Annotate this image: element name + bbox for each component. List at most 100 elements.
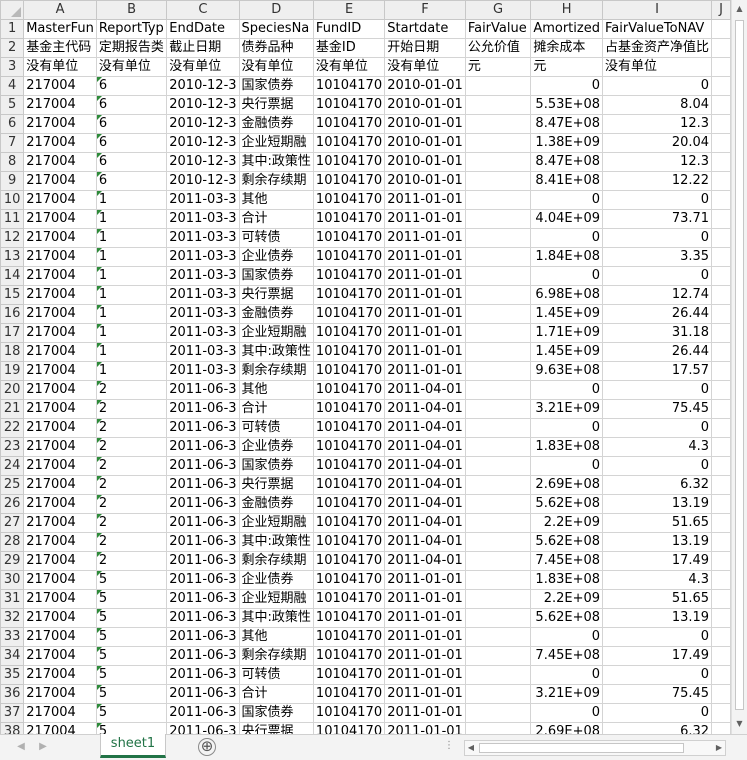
cell-h8[interactable]: 8.47E+08 bbox=[530, 152, 604, 172]
cell-f25[interactable]: 2011-04-01 bbox=[384, 475, 466, 495]
cell-b9[interactable]: 6 bbox=[95, 171, 168, 191]
cell-f13[interactable]: 2011-01-01 bbox=[384, 247, 466, 267]
cell-i7[interactable]: 20.04 bbox=[602, 133, 713, 153]
column-header-c[interactable]: C bbox=[166, 0, 240, 20]
cell-b24[interactable]: 2 bbox=[95, 456, 168, 476]
cell-h13[interactable]: 1.84E+08 bbox=[530, 247, 604, 267]
cell-c12[interactable]: 2011-03-3 bbox=[166, 228, 240, 248]
column-header-h[interactable]: H bbox=[530, 0, 604, 20]
cell-g22[interactable] bbox=[464, 418, 532, 438]
spreadsheet-grid[interactable]: ABCDEFGHIJ 1 MasterFun ReportTyp EndDate Spe… bbox=[0, 0, 731, 734]
cell-g24[interactable] bbox=[464, 456, 532, 476]
cell-h35[interactable]: 0 bbox=[530, 665, 604, 685]
cell-i4[interactable]: 0 bbox=[602, 76, 713, 96]
scroll-left-arrow-icon[interactable]: ◀ bbox=[465, 741, 477, 755]
row-header[interactable]: 11 bbox=[0, 209, 25, 229]
cell-e6[interactable]: 10104170 bbox=[312, 114, 386, 134]
cell-a5[interactable]: 217004 bbox=[23, 95, 97, 115]
cell-a6[interactable]: 217004 bbox=[23, 114, 97, 134]
cell-c36[interactable]: 2011-06-3 bbox=[166, 684, 240, 704]
row-header[interactable]: 17 bbox=[0, 323, 25, 343]
cell-f16[interactable]: 2011-01-01 bbox=[384, 304, 466, 324]
cell-b14[interactable]: 1 bbox=[95, 266, 168, 286]
cell-d10[interactable]: 其他 bbox=[238, 190, 314, 210]
cell-d29[interactable]: 剩余存续期 bbox=[238, 551, 314, 571]
cell-h11[interactable]: 4.04E+09 bbox=[530, 209, 604, 229]
cell-a4[interactable]: 217004 bbox=[23, 76, 97, 96]
column-header-i[interactable]: I bbox=[602, 0, 713, 20]
cell-j38[interactable] bbox=[711, 722, 731, 734]
cell-h23[interactable]: 1.83E+08 bbox=[530, 437, 604, 457]
cell-f38[interactable]: 2011-01-01 bbox=[384, 722, 466, 734]
cell-e12[interactable]: 10104170 bbox=[312, 228, 386, 248]
row-header[interactable]: 35 bbox=[0, 665, 25, 685]
cell-a32[interactable]: 217004 bbox=[23, 608, 97, 628]
cell-j1[interactable] bbox=[711, 19, 731, 39]
cell-b17[interactable]: 1 bbox=[95, 323, 168, 343]
cell-j28[interactable] bbox=[711, 532, 731, 552]
cell-h9[interactable]: 8.41E+08 bbox=[530, 171, 604, 191]
cell-a28[interactable]: 217004 bbox=[23, 532, 97, 552]
cell-g26[interactable] bbox=[464, 494, 532, 514]
cell-f9[interactable]: 2010-01-01 bbox=[384, 171, 466, 191]
cell-b29[interactable]: 2 bbox=[95, 551, 168, 571]
cell-b7[interactable]: 6 bbox=[95, 133, 168, 153]
cell-c28[interactable]: 2011-06-3 bbox=[166, 532, 240, 552]
row-header[interactable]: 28 bbox=[0, 532, 25, 552]
cell-g11[interactable] bbox=[464, 209, 532, 229]
cell-a35[interactable]: 217004 bbox=[23, 665, 97, 685]
cell-h38[interactable]: 2.69E+08 bbox=[530, 722, 604, 734]
row-header[interactable]: 8 bbox=[0, 152, 25, 172]
cell-b22[interactable]: 2 bbox=[95, 418, 168, 438]
cell-h5[interactable]: 5.53E+08 bbox=[530, 95, 604, 115]
cell-e21[interactable]: 10104170 bbox=[312, 399, 386, 419]
cell-j23[interactable] bbox=[711, 437, 731, 457]
cell-e11[interactable]: 10104170 bbox=[312, 209, 386, 229]
cell-a24[interactable]: 217004 bbox=[23, 456, 97, 476]
cell-g29[interactable] bbox=[464, 551, 532, 571]
vertical-scroll-thumb[interactable] bbox=[735, 20, 744, 710]
cell-f29[interactable]: 2011-04-01 bbox=[384, 551, 466, 571]
cell-e37[interactable]: 10104170 bbox=[312, 703, 386, 723]
scroll-down-arrow-icon[interactable]: ▼ bbox=[732, 716, 747, 732]
cell-i19[interactable]: 17.57 bbox=[602, 361, 713, 381]
cell-d30[interactable]: 企业债券 bbox=[238, 570, 314, 590]
cell-e17[interactable]: 10104170 bbox=[312, 323, 386, 343]
cell-i10[interactable]: 0 bbox=[602, 190, 713, 210]
row-header[interactable]: 25 bbox=[0, 475, 25, 495]
cell-j11[interactable] bbox=[711, 209, 731, 229]
row-header[interactable]: 5 bbox=[0, 95, 25, 115]
cell-e32[interactable]: 10104170 bbox=[312, 608, 386, 628]
cell-e30[interactable]: 10104170 bbox=[312, 570, 386, 590]
cell-b34[interactable]: 5 bbox=[95, 646, 168, 666]
cell-f21[interactable]: 2011-04-01 bbox=[384, 399, 466, 419]
cell-g33[interactable] bbox=[464, 627, 532, 647]
cell-b4[interactable]: 6 bbox=[95, 76, 168, 96]
cell-j9[interactable] bbox=[711, 171, 731, 191]
row-header[interactable]: 13 bbox=[0, 247, 25, 267]
cell-a17[interactable]: 217004 bbox=[23, 323, 97, 343]
cell-h26[interactable]: 5.62E+08 bbox=[530, 494, 604, 514]
cell-g28[interactable] bbox=[464, 532, 532, 552]
cell-e31[interactable]: 10104170 bbox=[312, 589, 386, 609]
cell-h22[interactable]: 0 bbox=[530, 418, 604, 438]
cell-g27[interactable] bbox=[464, 513, 532, 533]
cell-e23[interactable]: 10104170 bbox=[312, 437, 386, 457]
cell-a37[interactable]: 217004 bbox=[23, 703, 97, 723]
cell-g8[interactable] bbox=[464, 152, 532, 172]
cell-b21[interactable]: 2 bbox=[95, 399, 168, 419]
cell-b5[interactable]: 6 bbox=[95, 95, 168, 115]
cell-e7[interactable]: 10104170 bbox=[312, 133, 386, 153]
cell-d1[interactable]: SpeciesNa bbox=[238, 19, 314, 39]
cell-b32[interactable]: 5 bbox=[95, 608, 168, 628]
cell-d13[interactable]: 企业债券 bbox=[238, 247, 314, 267]
cell-j35[interactable] bbox=[711, 665, 731, 685]
row-header[interactable]: 10 bbox=[0, 190, 25, 210]
cell-a13[interactable]: 217004 bbox=[23, 247, 97, 267]
cell-b16[interactable]: 1 bbox=[95, 304, 168, 324]
cell-c9[interactable]: 2010-12-3 bbox=[166, 171, 240, 191]
cell-j14[interactable] bbox=[711, 266, 731, 286]
cell-g1[interactable]: FairValue bbox=[464, 19, 532, 39]
cell-j30[interactable] bbox=[711, 570, 731, 590]
cell-h33[interactable]: 0 bbox=[530, 627, 604, 647]
